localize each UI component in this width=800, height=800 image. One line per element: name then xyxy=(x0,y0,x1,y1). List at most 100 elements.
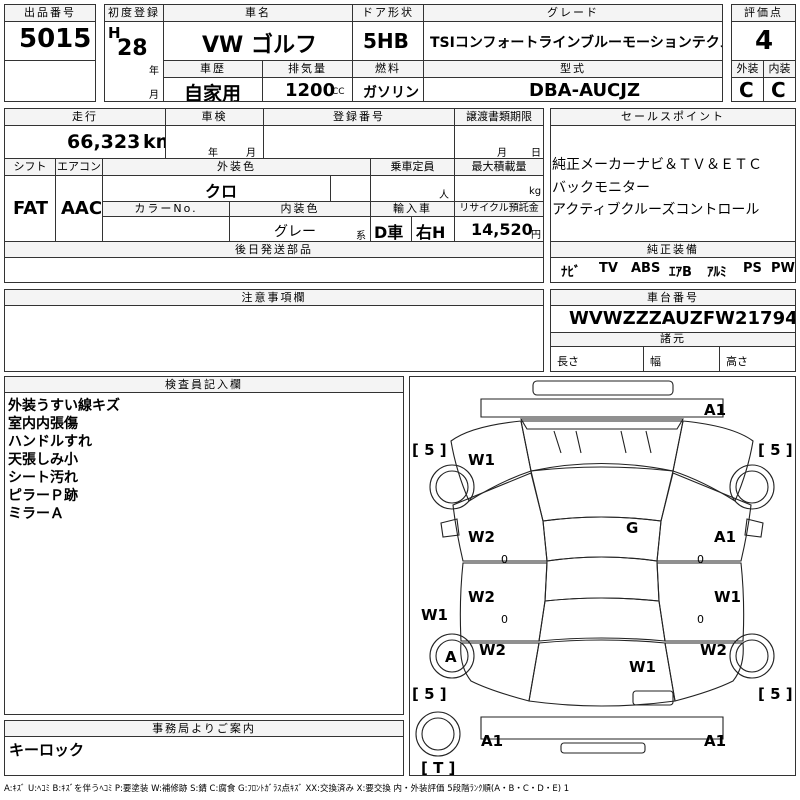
score-cell: 4 xyxy=(731,21,796,61)
import-label: 輸入車 xyxy=(370,201,455,217)
mark-front-bumper: A1 xyxy=(704,401,726,419)
recycle-cell: 14,520 円 xyxy=(454,216,544,242)
score: 4 xyxy=(755,26,774,56)
capacity-cell: 人 xyxy=(370,175,455,202)
displacement: 1200 xyxy=(285,80,336,101)
inspector-line-7: ミラーＡ xyxy=(8,506,64,522)
int-grade-label: 内装 xyxy=(763,60,796,78)
capacity-unit: 人 xyxy=(439,190,449,201)
color-no-label: カラーNo. xyxy=(102,201,230,217)
car-diagram-panel: [ 5 ] [ 5 ] [ 5 ] [ 5 ] [ T ] A1 W1 W2 A… xyxy=(409,376,796,776)
chassis-label: 車台番号 xyxy=(550,289,796,306)
ac-cell: AAC xyxy=(55,175,103,242)
score-label: 評価点 xyxy=(731,4,796,22)
inspector-label: 検査員記入欄 xyxy=(4,376,404,393)
mileage-label: 走行 xyxy=(4,108,166,126)
equip-ps: PS xyxy=(743,261,762,276)
inspector-line-3: ハンドルすれ xyxy=(8,434,92,450)
fuel: ガソリン xyxy=(363,85,419,101)
model-label: 型式 xyxy=(423,60,723,78)
equipment-label: 純正装備 xyxy=(550,241,796,258)
height-cell: 高さ xyxy=(719,346,796,372)
history-label: 車歴 xyxy=(163,60,263,78)
shift-cell: FAT xyxy=(4,175,56,242)
chassis-no: WVWZZZAUZFW217947 xyxy=(569,308,796,329)
reg-no-cell xyxy=(263,125,455,159)
recycle: 14,520 xyxy=(471,220,533,239)
equip-tv: TV xyxy=(599,261,618,276)
capacity-label: 乗車定員 xyxy=(370,158,455,176)
notes-cell xyxy=(4,305,544,372)
later-parts-cell xyxy=(4,257,544,283)
recycle-unit: 円 xyxy=(531,230,541,241)
year-unit: 年 xyxy=(149,66,159,77)
inspection-month: 月 xyxy=(246,148,256,159)
tire-rear-right: [ 5 ] xyxy=(758,685,793,703)
door-type: 5HB xyxy=(363,29,409,53)
history-cell: 自家用 xyxy=(163,77,263,102)
ac: AAC xyxy=(61,198,103,219)
inspection-label: 車検 xyxy=(165,108,264,126)
load-unit: kg xyxy=(529,186,542,197)
tire-front-right: [ 5 ] xyxy=(758,441,793,459)
ext-color-label: 外装色 xyxy=(102,158,371,176)
mark-left-rear-fender: W2 xyxy=(479,641,506,659)
transfer-cell: 月 日 xyxy=(454,125,544,159)
model: DBA-AUCJZ xyxy=(529,80,641,101)
int-color: グレー xyxy=(274,224,316,240)
inspector-line-4: 天張しみ小 xyxy=(8,452,78,468)
import-cell: D車 xyxy=(370,216,412,242)
int-color-cell: グレー 系 xyxy=(229,216,371,242)
office-text: キーロック xyxy=(9,741,85,759)
sales-cell: 純正メーカーナビ＆ＴＶ＆ＥＴＣ バックモニター アクティブクルーズコントロール xyxy=(550,125,796,242)
displacement-label: 排気量 xyxy=(262,60,353,78)
sales-label: セールスポイント xyxy=(550,108,796,126)
notes-label: 注意事項欄 xyxy=(4,289,544,306)
ext-grade: C xyxy=(739,78,754,102)
tire-front-left: [ 5 ] xyxy=(412,441,447,459)
mark-zero-2: 0 xyxy=(697,553,704,566)
ext-color-extra xyxy=(330,175,371,202)
import-type: D車 xyxy=(374,223,404,242)
int-grade-cell: C xyxy=(763,77,796,102)
mark-left-front-door: W2 xyxy=(468,528,495,546)
lot-no: 5015 xyxy=(19,24,92,54)
mark-zero-4: 0 xyxy=(697,613,704,626)
ac-label: エアコン xyxy=(55,158,103,176)
grade: TSIコンフォートラインブルーモーションテクノロジー xyxy=(430,35,722,51)
int-grade: C xyxy=(771,78,786,102)
first-reg-label: 初度登録 xyxy=(104,4,164,22)
lot-no-spare xyxy=(4,60,96,102)
dims-label: 諸元 xyxy=(550,332,796,347)
car-name: VW ゴルフ xyxy=(202,33,317,58)
mark-right-rear-door: W1 xyxy=(714,588,741,606)
equip-pw: PW xyxy=(771,261,795,276)
grade-label: グレード xyxy=(423,4,723,22)
door-label: ドア形状 xyxy=(352,4,424,22)
inspector-line-1: 外装うすい線キズ xyxy=(8,398,120,414)
mark-zero-3: 0 xyxy=(501,613,508,626)
later-parts-label: 後日発送部品 xyxy=(4,241,544,258)
legend: A:ｷｽﾞ U:ﾍｺﾐ B:ｷｽﾞを伴うﾍｺﾐ P:要塗装 W:補修跡 S:錆 … xyxy=(4,784,570,794)
fuel-label: 燃料 xyxy=(352,60,424,78)
ext-color-cell: クロ xyxy=(102,175,331,202)
equip-airbag: ｴｱB xyxy=(669,265,692,280)
inspector-line-6: ピラーＰ跡 xyxy=(8,488,78,504)
int-color-unit: 系 xyxy=(356,231,366,242)
ext-color: クロ xyxy=(205,182,238,201)
ext-grade-cell: C xyxy=(731,77,764,102)
displacement-cell: 1200 CC xyxy=(262,77,353,102)
height-label: 高さ xyxy=(726,355,748,368)
fuel-cell: ガソリン xyxy=(352,77,424,102)
mark-left-rear-door: W2 xyxy=(468,588,495,606)
sales-point-3: アクティブクルーズコントロール xyxy=(552,202,760,218)
mileage-unit: km xyxy=(143,131,165,153)
door-cell: 5HB xyxy=(352,21,424,61)
ext-grade-label: 外装 xyxy=(731,60,764,78)
spare-tire: [ T ] xyxy=(421,759,455,776)
mileage: 66,323 xyxy=(67,131,141,153)
width-cell: 幅 xyxy=(643,346,720,372)
mark-rear-bumper-right: A1 xyxy=(704,732,726,750)
color-no-cell xyxy=(102,216,230,242)
chassis-cell: WVWZZZAUZFW217947 xyxy=(550,305,796,333)
